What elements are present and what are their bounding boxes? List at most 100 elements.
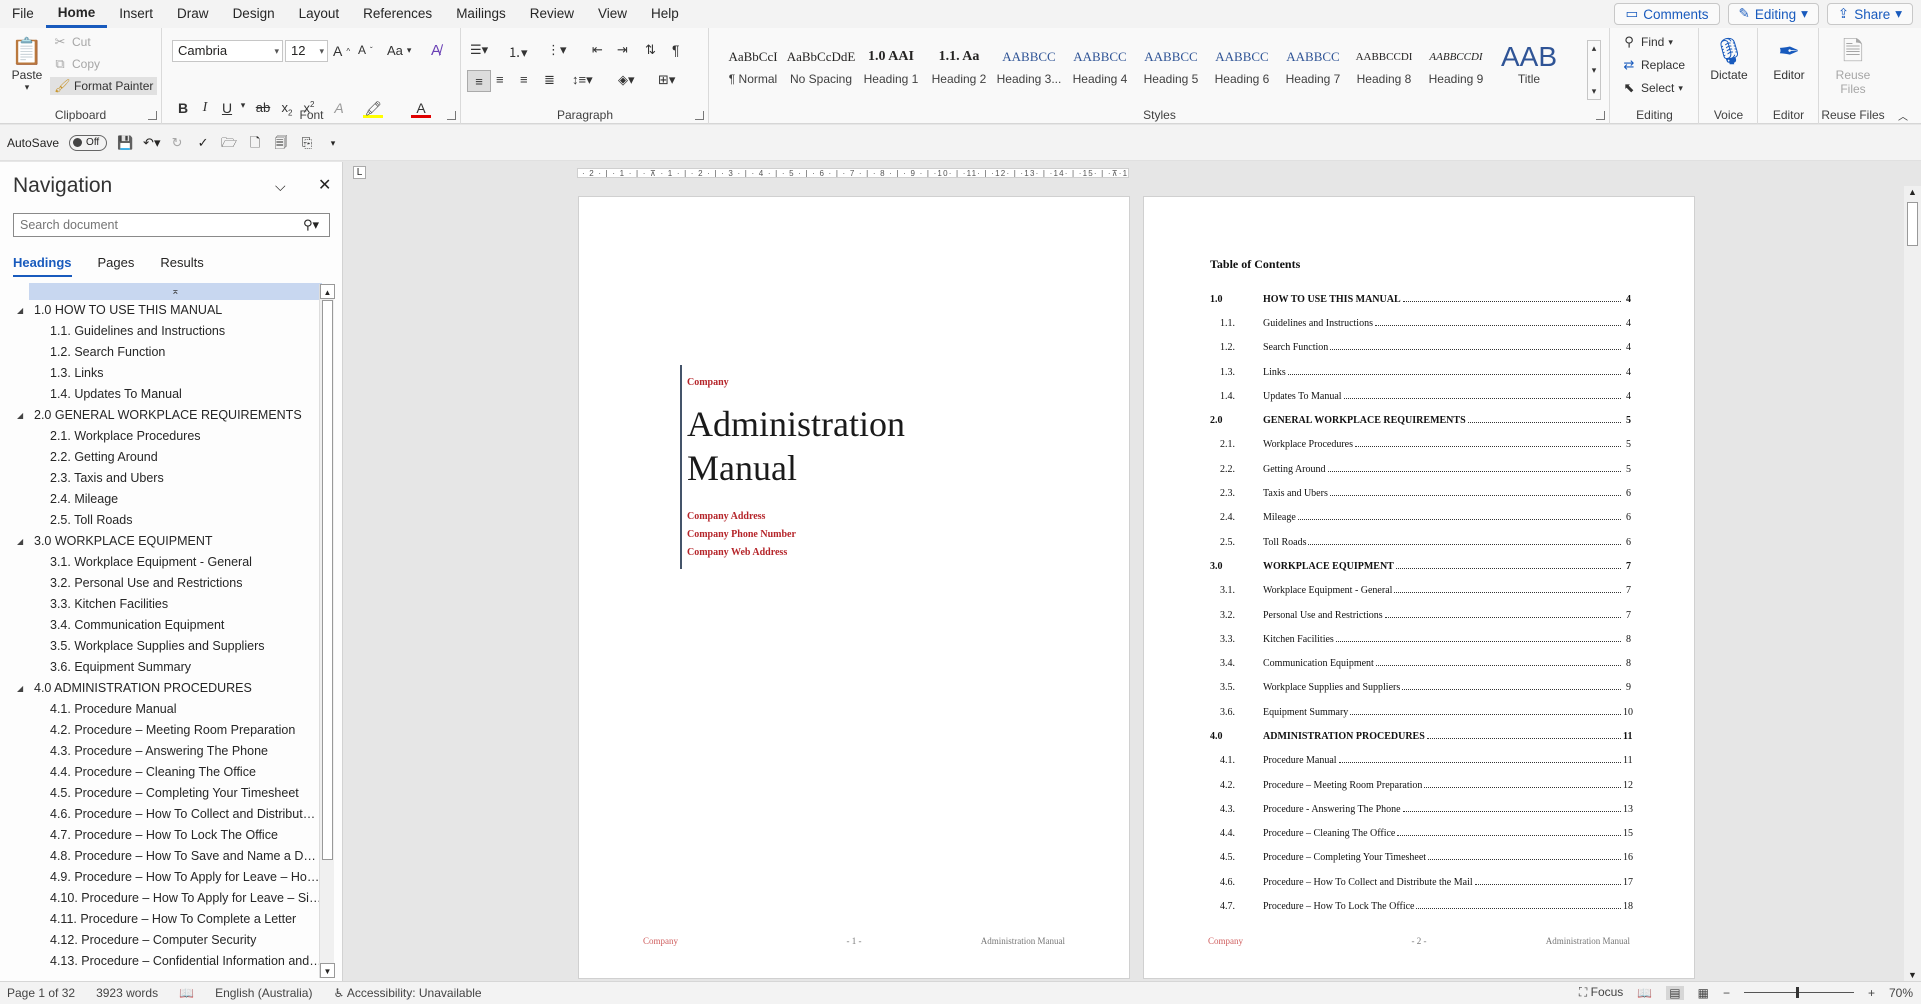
chevron-down-icon[interactable]: ▼ (1908, 970, 1917, 980)
toc-entry[interactable]: 1.3. Links 4 (1210, 360, 1631, 384)
dictate-button[interactable]: 🎙 Dictate (1704, 34, 1754, 82)
toc-entry[interactable]: 4.0 ADMINISTRATION PROCEDURES 11 (1210, 724, 1632, 748)
tab-mailings[interactable]: Mailings (444, 0, 518, 28)
print-preview-icon[interactable]: 🗐 (273, 135, 289, 151)
scroll-thumb[interactable] (1907, 202, 1918, 246)
accessibility-status[interactable]: ♿ Accessibility: Unavailable (333, 986, 481, 1000)
toc-entry[interactable]: 2.5. Toll Roads 6 (1210, 530, 1631, 554)
nav-heading-2[interactable]: 3.4. Communication Equipment (0, 615, 322, 636)
borders-icon[interactable]: ⊞▾ (658, 72, 675, 88)
nav-heading-2[interactable]: 3.3. Kitchen Facilities (0, 594, 322, 615)
editor-button[interactable]: ✒ Editor (1764, 34, 1814, 82)
collapse-ribbon-icon[interactable]: ︿ (1898, 108, 1908, 123)
compare-icon[interactable]: ⎘ (299, 135, 315, 151)
search-input[interactable] (13, 213, 330, 237)
chevron-up-icon[interactable]: ▲ (1908, 187, 1917, 197)
style-heading-3[interactable]: AABBCC Heading 3... (994, 44, 1064, 100)
bullets-icon[interactable]: ☰▾ (470, 42, 488, 58)
proofing-icon[interactable]: 📖 (179, 986, 194, 1000)
align-right-icon[interactable]: ≡ (520, 72, 528, 87)
chevron-up-icon[interactable]: ▲ (320, 284, 335, 299)
nav-heading-2[interactable]: 4.8. Procedure – How To Save and Name a … (0, 846, 322, 867)
style-heading-7[interactable]: AABBCC Heading 7 (1278, 44, 1348, 100)
format-painter-button[interactable]: 🖌 Format Painter (50, 77, 158, 95)
web-layout-icon[interactable]: ▦ (1698, 986, 1709, 1000)
toc-entry[interactable]: 1.1. Guidelines and Instructions 4 (1210, 311, 1631, 335)
change-case-button[interactable]: Aa ▾ (387, 43, 411, 58)
tab-headings[interactable]: Headings (13, 255, 72, 277)
nav-scrollbar[interactable]: ▲ ▼ (319, 284, 335, 978)
nav-heading-2[interactable]: 4.3. Procedure – Answering The Phone (0, 741, 322, 762)
new-document-icon[interactable]: 🗋 (247, 135, 263, 151)
toc-entry[interactable]: 4.7. Procedure – How To Lock The Office 18 (1210, 894, 1633, 918)
decrease-indent-icon[interactable]: ⇤ (592, 42, 603, 58)
font-size-box[interactable]: 12 ▾ (285, 40, 328, 62)
toc-entry[interactable]: 2.4. Mileage 6 (1210, 506, 1631, 530)
customize-toolbar-icon[interactable]: ▾ (325, 135, 341, 151)
grow-font-button[interactable]: A ^ (333, 43, 350, 59)
toc-entry[interactable]: 1.0 HOW TO USE THIS MANUAL 4 (1210, 287, 1631, 311)
numbering-icon[interactable]: ⒈▾ (508, 42, 528, 61)
style-heading-1[interactable]: 1.0 AAI Heading 1 (856, 44, 926, 100)
toc-entry[interactable]: 4.6. Procedure – How To Collect and Distr… (1210, 870, 1633, 894)
nav-heading-2[interactable]: 2.2. Getting Around (0, 447, 322, 468)
select-button[interactable]: ⬉ Select ▾ (1621, 80, 1683, 96)
nav-heading-1[interactable]: 1.0 HOW TO USE THIS MANUAL (0, 300, 322, 321)
close-icon[interactable]: ✕ (318, 175, 331, 195)
tab-file[interactable]: File (0, 0, 46, 28)
tab-pages[interactable]: Pages (98, 255, 135, 277)
nav-heading-2[interactable]: 2.1. Workplace Procedures (0, 426, 322, 447)
toc-entry[interactable]: 4.4. Procedure – Cleaning The Office 15 (1210, 822, 1633, 846)
tab-references[interactable]: References (351, 0, 444, 28)
toc-entry[interactable]: 3.1. Workplace Equipment - General 7 (1210, 579, 1631, 603)
paragraph-launcher-icon[interactable] (695, 111, 704, 120)
read-mode-icon[interactable]: 📖 (1637, 986, 1652, 1000)
zoom-out-icon[interactable]: − (1723, 986, 1730, 1000)
shading-icon[interactable]: ◈▾ (618, 72, 635, 88)
share-button[interactable]: ⇪ Share ▾ (1826, 3, 1913, 25)
style-heading-9[interactable]: AABBCCDI Heading 9 (1421, 44, 1491, 100)
nav-heading-2[interactable]: 1.4. Updates To Manual (0, 384, 322, 405)
style-heading-8[interactable]: AABBCCDI Heading 8 (1349, 44, 1419, 100)
tab-help[interactable]: Help (639, 0, 691, 28)
page-2[interactable]: Table of Contents 1.0 HOW TO USE THIS MAN… (1143, 196, 1695, 979)
styles-scroll[interactable]: ▴ ▾ ▾ (1587, 40, 1601, 100)
line-spacing-icon[interactable]: ↕≡▾ (572, 72, 593, 88)
nav-heading-2[interactable]: 1.3. Links (0, 363, 322, 384)
nav-heading-2[interactable]: 4.10. Procedure – How To Apply for Leave… (0, 888, 322, 909)
toc-entry[interactable]: 3.6. Equipment Summary 10 (1210, 700, 1633, 724)
sort-icon[interactable]: ⇅ (645, 42, 656, 58)
save-icon[interactable]: 💾 (117, 135, 133, 151)
nav-heading-1[interactable]: 4.0 ADMINISTRATION PROCEDURES (0, 678, 322, 699)
font-launcher-icon[interactable] (447, 111, 456, 120)
multilevel-list-icon[interactable]: ⋮▾ (547, 42, 567, 58)
search-icon[interactable]: ⚲▾ (303, 217, 319, 233)
show-formatting-icon[interactable]: ¶ (672, 42, 680, 58)
nav-heading-2[interactable]: 4.13. Procedure – Confidential Informati… (0, 951, 322, 972)
spelling-icon[interactable]: ✓ (195, 135, 211, 151)
copy-button[interactable]: ⧉ Copy (52, 56, 100, 72)
nav-heading-2[interactable]: 3.1. Workplace Equipment - General (0, 552, 322, 573)
zoom-slider[interactable] (1743, 987, 1854, 998)
reuse-files-button[interactable]: 🗎 Reuse Files (1826, 34, 1880, 96)
toc-entry[interactable]: 4.5. Procedure – Completing Your Timeshee… (1210, 846, 1633, 870)
font-family-box[interactable]: Cambria ▾ (172, 40, 283, 62)
language[interactable]: English (Australia) (215, 986, 312, 1000)
nav-heading-2[interactable]: 4.11. Procedure – How To Complete a Lett… (0, 909, 322, 930)
tab-view[interactable]: View (586, 0, 639, 28)
zoom-level[interactable]: 70% (1889, 986, 1913, 1000)
toc-entry[interactable]: 4.1. Procedure Manual 11 (1210, 749, 1633, 773)
print-layout-icon[interactable]: ▤ (1666, 985, 1684, 1000)
nav-heading-2[interactable]: 1.1. Guidelines and Instructions (0, 321, 322, 342)
nav-heading-2[interactable]: 3.5. Workplace Supplies and Suppliers (0, 636, 322, 657)
chevron-down-icon[interactable]: ▼ (320, 963, 335, 978)
toc-entry[interactable]: 1.4. Updates To Manual 4 (1210, 384, 1631, 408)
nav-heading-2[interactable]: 2.3. Taxis and Ubers (0, 468, 322, 489)
replace-button[interactable]: ⇄ Replace (1621, 57, 1685, 73)
tab-home[interactable]: Home (45, 0, 108, 28)
nav-heading-2[interactable]: 4.5. Procedure – Completing Your Timeshe… (0, 783, 322, 804)
comments-button[interactable]: ▭ Comments (1614, 3, 1720, 25)
redo-icon[interactable]: ↻ (169, 135, 185, 151)
style-no-spacing[interactable]: AaBbCcDdE No Spacing (786, 44, 856, 100)
focus-button[interactable]: ⛶ Focus (1579, 985, 1623, 1000)
